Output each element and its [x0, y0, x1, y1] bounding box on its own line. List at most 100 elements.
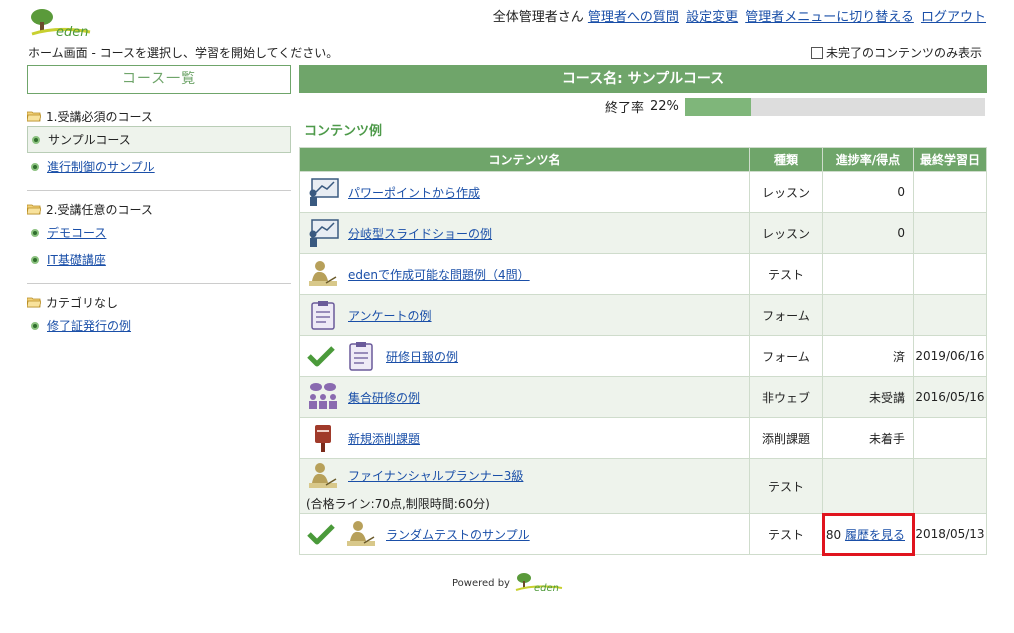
- sidebar-item-label[interactable]: デモコース: [47, 224, 106, 241]
- content-name-cell: 新規添削課題: [299, 417, 750, 459]
- content-type: 添削課題: [749, 417, 823, 459]
- content-link[interactable]: ランダムテストのサンプル: [386, 526, 530, 543]
- logo-text: eden: [56, 25, 89, 40]
- table-row: パワーポイントから作成 レッスン 0: [299, 171, 987, 213]
- course-title: コース名: サンプルコース: [299, 65, 987, 93]
- completion-bar-fill: [684, 97, 751, 116]
- presentation-icon: [309, 219, 339, 247]
- footer: Powered by eden: [452, 572, 566, 594]
- content-score: [822, 294, 914, 336]
- sidebar-item-demo-course[interactable]: デモコース: [27, 219, 291, 246]
- clipboard-icon: [311, 301, 335, 330]
- content-type: テスト: [749, 513, 823, 555]
- folder-row: 1.受講必須のコース: [27, 106, 291, 126]
- powered-by-text: Powered by: [452, 577, 510, 589]
- bullet-icon: [31, 321, 39, 330]
- table-row: 分岐型スライドショーの例 レッスン 0: [299, 212, 987, 254]
- incomplete-filter[interactable]: 未完了のコンテンツのみ表示: [810, 44, 982, 61]
- content-date: [913, 171, 987, 213]
- test-icon: [309, 261, 337, 286]
- content-name-cell: 分岐型スライドショーの例: [299, 212, 750, 254]
- content-name-cell: アンケートの例: [299, 294, 750, 336]
- table-row: ファイナンシャルプランナー3級 (合格ライン:70点,制限時間:60分) テスト: [299, 458, 987, 514]
- table-row: 研修日報の例 フォーム 済 2019/06/16: [299, 335, 987, 377]
- sidebar-item-label[interactable]: 進行制御のサンプル: [47, 158, 155, 175]
- table-row: ランダムテストのサンプル テスト 80 履歴を見る 2018/05/13: [299, 512, 987, 556]
- user-name: 全体管理者さん: [492, 10, 584, 25]
- content-link[interactable]: 研修日報の例: [386, 348, 458, 365]
- sidebar-item-sample-course[interactable]: サンプルコース: [27, 126, 291, 153]
- checkmark-icon: [307, 524, 335, 545]
- content-link[interactable]: 新規添削課題: [348, 430, 420, 447]
- content-type: 非ウェブ: [749, 376, 823, 418]
- bullet-icon: [31, 228, 39, 237]
- content-type: レッスン: [749, 171, 823, 213]
- table-header-row: コンテンツ名 種類 進捗率/得点 最終学習日: [299, 147, 987, 172]
- folder-row: 2.受講任意のコース: [27, 199, 291, 219]
- folder-label: カテゴリなし: [46, 295, 119, 310]
- content-type: フォーム: [749, 294, 823, 336]
- sidebar-item-label[interactable]: IT基礎講座: [47, 251, 106, 268]
- folder-label: 1.受講必須のコース: [46, 109, 153, 124]
- eden-logo: eden: [28, 8, 98, 40]
- content-date: [913, 294, 987, 336]
- folder-label: 2.受講任意のコース: [46, 202, 153, 217]
- sidebar-item-it-basics[interactable]: IT基礎講座: [27, 246, 291, 273]
- content-score: 未受講: [822, 376, 914, 418]
- content-date: [913, 458, 987, 514]
- content-type: テスト: [749, 253, 823, 295]
- content-link[interactable]: edenで作成可能な問題例（4問）: [348, 266, 530, 283]
- course-group-optional: 2.受講任意のコース デモコース IT基礎講座: [27, 190, 291, 273]
- view-history-link[interactable]: 履歴を見る: [845, 528, 905, 542]
- table-row: アンケートの例 フォーム: [299, 294, 987, 336]
- column-header-score: 進捗率/得点: [822, 147, 914, 172]
- content-score: 未着手: [822, 417, 914, 459]
- content-score: [822, 458, 914, 514]
- content-type: テスト: [749, 458, 823, 514]
- content-link[interactable]: パワーポイントから作成: [348, 184, 480, 201]
- table-row: edenで作成可能な問題例（4問） テスト: [299, 253, 987, 295]
- main-content: コース名: サンプルコース 終了率 22% コンテンツ例 コンテンツ名 種類 進…: [299, 65, 987, 556]
- content-link[interactable]: ファイナンシャルプランナー3級: [348, 467, 523, 484]
- bullet-icon: [32, 135, 40, 144]
- content-link[interactable]: 分岐型スライドショーの例: [348, 225, 492, 242]
- completion-label: 終了率: [605, 101, 645, 116]
- column-header-name: コンテンツ名: [299, 147, 750, 172]
- content-link[interactable]: 集合研修の例: [348, 389, 420, 406]
- content-name-cell: ファイナンシャルプランナー3級 (合格ライン:70点,制限時間:60分): [299, 458, 750, 514]
- ask-admin-link[interactable]: 管理者への質問: [588, 10, 679, 25]
- content-name-cell: パワーポイントから作成: [299, 171, 750, 213]
- admin-menu-link[interactable]: 管理者メニューに切り替える: [745, 10, 914, 25]
- content-score: 80 履歴を見る: [821, 512, 915, 556]
- content-type: レッスン: [749, 212, 823, 254]
- content-date: [913, 417, 987, 459]
- completion-value: 22%: [650, 99, 679, 114]
- folder-open-icon: [27, 204, 41, 214]
- course-group-required: 1.受講必須のコース サンプルコース 進行制御のサンプル: [27, 106, 291, 180]
- sidebar-item-certificate[interactable]: 修了証発行の例: [27, 312, 291, 339]
- postbox-icon: [315, 425, 331, 452]
- content-date: [913, 253, 987, 295]
- settings-link[interactable]: 設定変更: [686, 10, 738, 25]
- content-date: [913, 212, 987, 254]
- sidebar-item-label[interactable]: 修了証発行の例: [47, 317, 131, 334]
- contents-table: コンテンツ名 種類 進捗率/得点 最終学習日 パワーポイントから作成 レッスン …: [299, 147, 987, 556]
- footer-logo-text: eden: [534, 583, 559, 594]
- incomplete-filter-checkbox[interactable]: [810, 46, 823, 59]
- sidebar-item-progress-control[interactable]: 進行制御のサンプル: [27, 153, 291, 180]
- content-score: 済: [822, 335, 914, 377]
- completion-bar: [684, 97, 985, 116]
- content-name-cell: ランダムテストのサンプル: [299, 513, 750, 555]
- content-link[interactable]: アンケートの例: [348, 307, 432, 324]
- sidebar-title: コース一覧: [27, 65, 291, 94]
- logout-link[interactable]: ログアウト: [921, 10, 986, 25]
- content-score: [822, 253, 914, 295]
- content-name-cell: 集合研修の例: [299, 376, 750, 418]
- completion-rate: 終了率 22%: [605, 97, 985, 116]
- test-icon: [309, 462, 337, 488]
- clipboard-icon: [349, 342, 373, 371]
- score-value: 80: [825, 527, 842, 542]
- content-date: 2019/06/16: [913, 335, 987, 377]
- content-name-cell: edenで作成可能な問題例（4問）: [299, 253, 750, 295]
- course-group-uncategorized: カテゴリなし 修了証発行の例: [27, 283, 291, 339]
